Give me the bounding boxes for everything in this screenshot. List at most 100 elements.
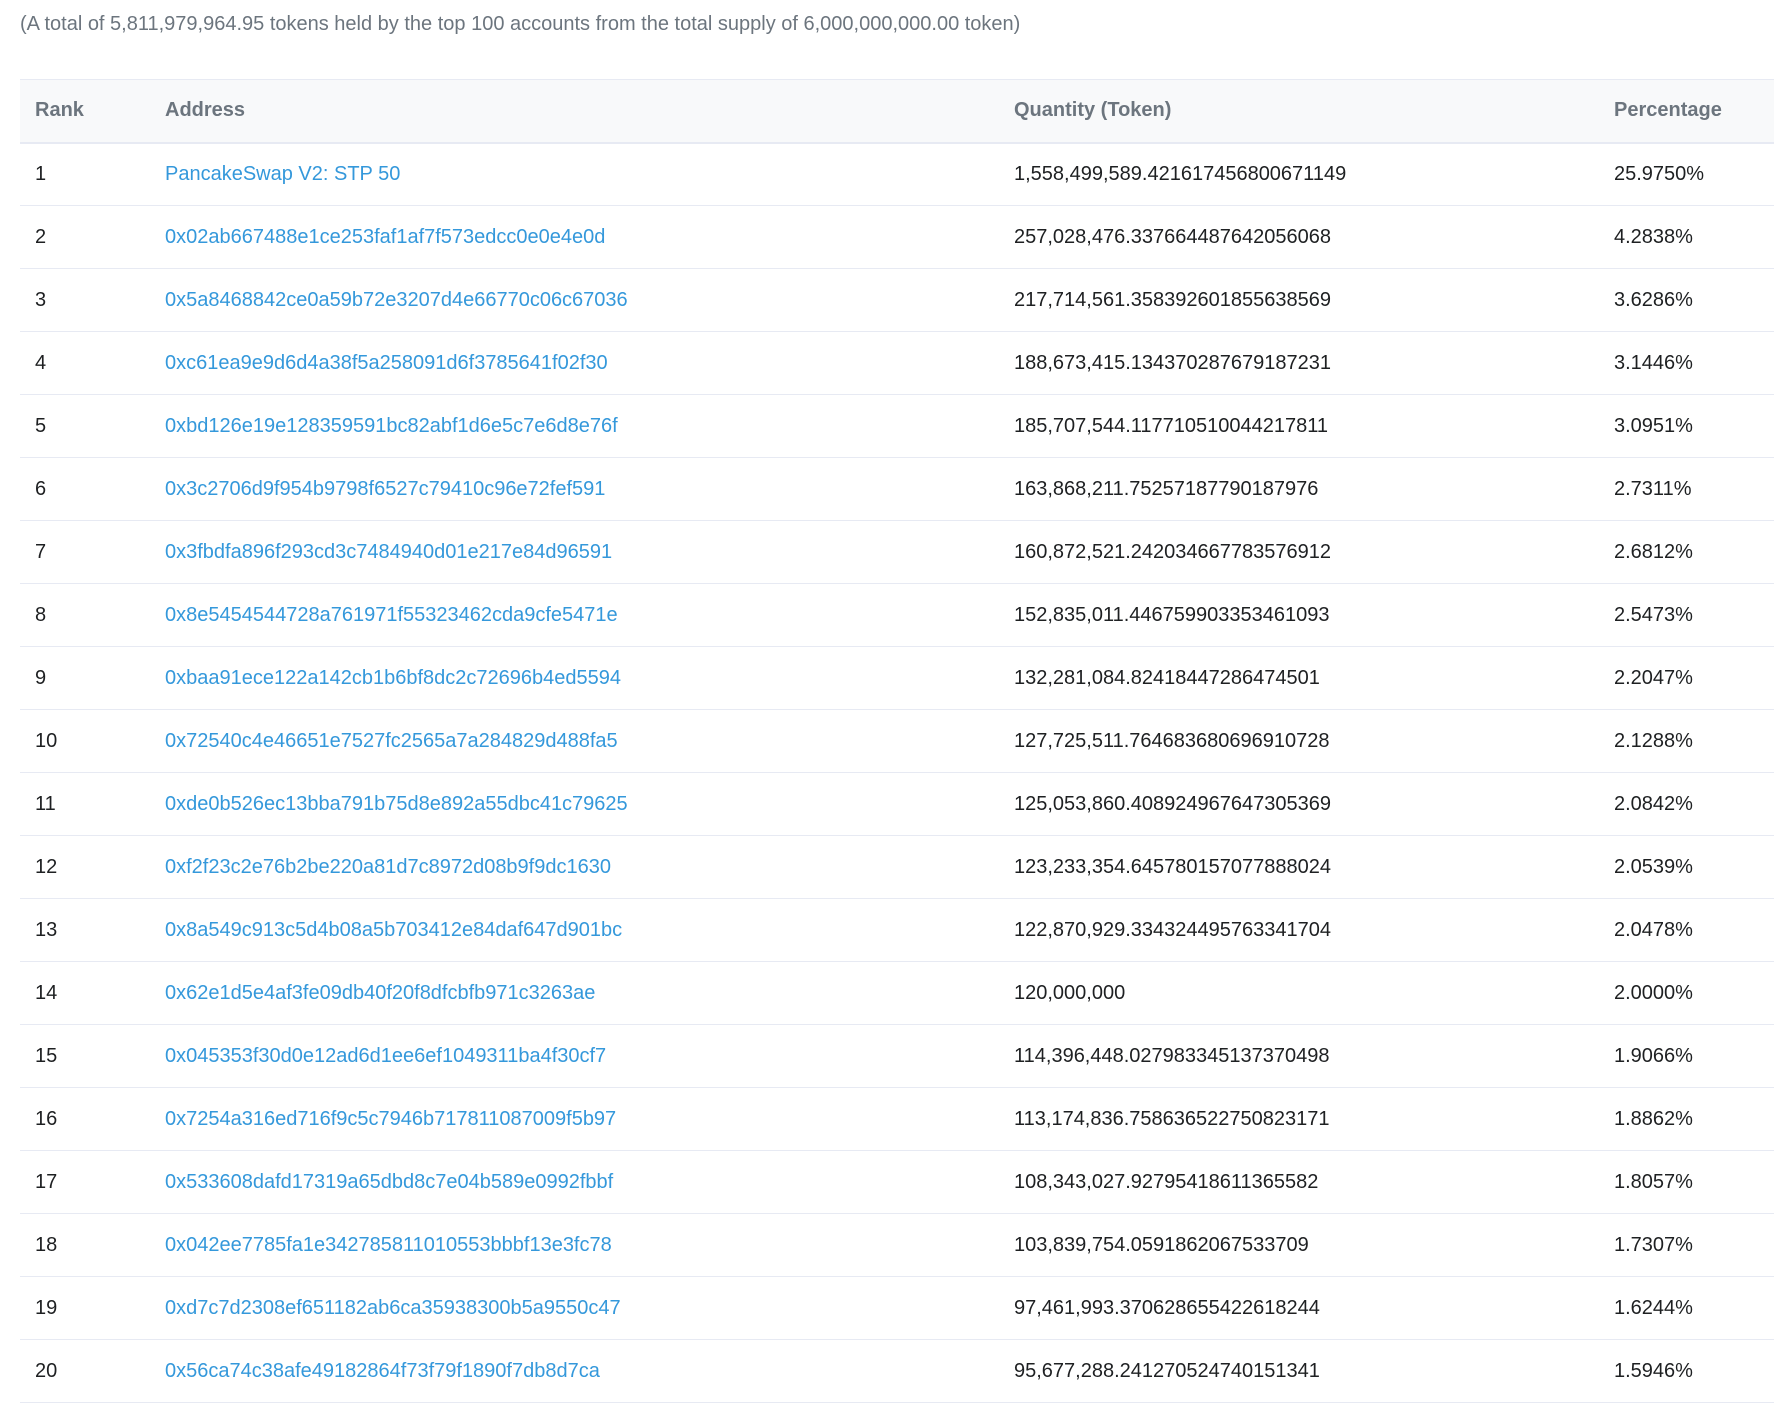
percentage-cell: 2.5473% <box>1614 583 1774 647</box>
address-cell: PancakeSwap V2: STP 50 <box>165 142 1014 206</box>
address-link[interactable]: 0x533608dafd17319a65dbd8c7e04b589e0992fb… <box>165 1171 613 1193</box>
address-link[interactable]: 0x042ee7785fa1e342785811010553bbbf13e3fc… <box>165 1234 612 1256</box>
table-row: 12 0xf2f23c2e76b2be220a81d7c8972d08b9f9dc… <box>20 835 1774 899</box>
percentage-cell: 1.6244% <box>1614 1276 1774 1340</box>
quantity-cell: 103,839,754.0591862067533709 <box>1014 1213 1614 1277</box>
address-cell: 0x042ee7785fa1e342785811010553bbbf13e3fc… <box>165 1213 1014 1277</box>
address-link[interactable]: 0x02ab667488e1ce253faf1af7f573edcc0e0e4e… <box>165 226 605 248</box>
quantity-cell: 1,558,499,589.421617456800671149 <box>1014 142 1614 206</box>
table-row: 14 0x62e1d5e4af3fe09db40f20f8dfcbfb971c32… <box>20 961 1774 1025</box>
percentage-cell: 2.1288% <box>1614 709 1774 773</box>
address-link[interactable]: 0x8e5454544728a761971f55323462cda9cfe547… <box>165 604 618 626</box>
address-link[interactable]: PancakeSwap V2: STP 50 <box>165 163 400 185</box>
quantity-cell: 97,461,993.370628655422618244 <box>1014 1276 1614 1340</box>
address-link[interactable]: 0x72540c4e46651e7527fc2565a7a284829d488f… <box>165 730 618 752</box>
rank-cell: 18 <box>20 1213 165 1277</box>
table-row: 4 0xc61ea9e9d6d4a38f5a258091d6f3785641f02… <box>20 331 1774 395</box>
address-link[interactable]: 0x3fbdfa896f293cd3c7484940d01e217e84d965… <box>165 541 612 563</box>
quantity-cell: 113,174,836.758636522750823171 <box>1014 1087 1614 1151</box>
rank-cell: 13 <box>20 898 165 962</box>
rank-cell: 16 <box>20 1087 165 1151</box>
quantity-cell: 122,870,929.334324495763341704 <box>1014 898 1614 962</box>
address-link[interactable]: 0xf2f23c2e76b2be220a81d7c8972d08b9f9dc16… <box>165 856 611 878</box>
quantity-cell: 123,233,354.645780157077888024 <box>1014 835 1614 899</box>
address-cell: 0x3c2706d9f954b9798f6527c79410c96e72fef5… <box>165 457 1014 521</box>
address-link[interactable]: 0x045353f30d0e12ad6d1ee6ef1049311ba4f30c… <box>165 1045 606 1067</box>
table-row: 2 0x02ab667488e1ce253faf1af7f573edcc0e0e4… <box>20 205 1774 269</box>
percentage-cell: 2.7311% <box>1614 457 1774 521</box>
percentage-cell: 3.0951% <box>1614 394 1774 458</box>
percentage-cell: 1.7307% <box>1614 1213 1774 1277</box>
address-cell: 0x62e1d5e4af3fe09db40f20f8dfcbfb971c3263… <box>165 961 1014 1025</box>
rank-cell: 17 <box>20 1150 165 1214</box>
address-link[interactable]: 0x8a549c913c5d4b08a5b703412e84daf647d901… <box>165 919 622 941</box>
address-cell: 0x8e5454544728a761971f55323462cda9cfe547… <box>165 583 1014 647</box>
rank-cell: 10 <box>20 709 165 773</box>
address-link[interactable]: 0x3c2706d9f954b9798f6527c79410c96e72fef5… <box>165 478 605 500</box>
table-row: 10 0x72540c4e46651e7527fc2565a7a284829d48… <box>20 709 1774 773</box>
table-row: 17 0x533608dafd17319a65dbd8c7e04b589e0992… <box>20 1150 1774 1214</box>
column-header-rank: Rank <box>20 79 165 144</box>
address-link[interactable]: 0xd7c7d2308ef651182ab6ca35938300b5a9550c… <box>165 1297 621 1319</box>
quantity-cell: 114,396,448.027983345137370498 <box>1014 1024 1614 1088</box>
quantity-cell: 188,673,415.134370287679187231 <box>1014 331 1614 395</box>
percentage-cell: 2.6812% <box>1614 520 1774 584</box>
percentage-cell: 2.0000% <box>1614 961 1774 1025</box>
address-link[interactable]: 0xbd126e19e128359591bc82abf1d6e5c7e6d8e7… <box>165 415 618 437</box>
table-header-row: Rank Address Quantity (Token) Percentage <box>20 79 1774 144</box>
rank-cell: 15 <box>20 1024 165 1088</box>
percentage-cell: 2.2047% <box>1614 646 1774 710</box>
table-row: 18 0x042ee7785fa1e342785811010553bbbf13e3… <box>20 1213 1774 1277</box>
quantity-cell: 132,281,084.82418447286474501 <box>1014 646 1614 710</box>
table-row: 5 0xbd126e19e128359591bc82abf1d6e5c7e6d8e… <box>20 394 1774 458</box>
table-row: 20 0x56ca74c38afe49182864f73f79f1890f7db8… <box>20 1339 1774 1403</box>
address-link[interactable]: 0xde0b526ec13bba791b75d8e892a55dbc41c796… <box>165 793 628 815</box>
rank-cell: 20 <box>20 1339 165 1403</box>
rank-cell: 14 <box>20 961 165 1025</box>
table-row: 11 0xde0b526ec13bba791b75d8e892a55dbc41c7… <box>20 772 1774 836</box>
column-header-address: Address <box>165 79 1014 144</box>
address-cell: 0x045353f30d0e12ad6d1ee6ef1049311ba4f30c… <box>165 1024 1014 1088</box>
address-cell: 0x3fbdfa896f293cd3c7484940d01e217e84d965… <box>165 520 1014 584</box>
address-cell: 0x72540c4e46651e7527fc2565a7a284829d488f… <box>165 709 1014 773</box>
percentage-cell: 3.6286% <box>1614 268 1774 332</box>
table-row: 7 0x3fbdfa896f293cd3c7484940d01e217e84d96… <box>20 520 1774 584</box>
table-header: Rank Address Quantity (Token) Percentage <box>20 79 1774 144</box>
table-row: 1 PancakeSwap V2: STP 50 1,558,499,589.421… <box>20 142 1774 206</box>
quantity-cell: 217,714,561.358392601855638569 <box>1014 268 1614 332</box>
percentage-cell: 1.9066% <box>1614 1024 1774 1088</box>
address-cell: 0x02ab667488e1ce253faf1af7f573edcc0e0e4e… <box>165 205 1014 269</box>
table-row: 19 0xd7c7d2308ef651182ab6ca35938300b5a955… <box>20 1276 1774 1340</box>
quantity-cell: 185,707,544.117710510044217811 <box>1014 394 1614 458</box>
address-link[interactable]: 0x5a8468842ce0a59b72e3207d4e66770c06c670… <box>165 289 628 311</box>
rank-cell: 5 <box>20 394 165 458</box>
address-link[interactable]: 0x56ca74c38afe49182864f73f79f1890f7db8d7… <box>165 1360 600 1382</box>
quantity-cell: 95,677,288.241270524740151341 <box>1014 1339 1614 1403</box>
address-link[interactable]: 0x7254a316ed716f9c5c7946b717811087009f5b… <box>165 1108 616 1130</box>
address-link[interactable]: 0x62e1d5e4af3fe09db40f20f8dfcbfb971c3263… <box>165 982 595 1004</box>
percentage-cell: 25.9750% <box>1614 142 1774 206</box>
table-row: 9 0xbaa91ece122a142cb1b6bf8dc2c72696b4ed5… <box>20 646 1774 710</box>
quantity-cell: 152,835,011.446759903353461093 <box>1014 583 1614 647</box>
address-cell: 0xd7c7d2308ef651182ab6ca35938300b5a9550c… <box>165 1276 1014 1340</box>
address-cell: 0xf2f23c2e76b2be220a81d7c8972d08b9f9dc16… <box>165 835 1014 899</box>
holders-summary-text: (A total of 5,811,979,964.95 tokens held… <box>20 13 1021 35</box>
quantity-cell: 160,872,521.242034667783576912 <box>1014 520 1614 584</box>
address-cell: 0x8a549c913c5d4b08a5b703412e84daf647d901… <box>165 898 1014 962</box>
percentage-cell: 1.5946% <box>1614 1339 1774 1403</box>
quantity-cell: 163,868,211.75257187790187976 <box>1014 457 1614 521</box>
rank-cell: 12 <box>20 835 165 899</box>
table-row: 3 0x5a8468842ce0a59b72e3207d4e66770c06c67… <box>20 268 1774 332</box>
quantity-cell: 125,053,860.408924967647305369 <box>1014 772 1614 836</box>
quantity-cell: 257,028,476.337664487642056068 <box>1014 205 1614 269</box>
table-row: 15 0x045353f30d0e12ad6d1ee6ef1049311ba4f3… <box>20 1024 1774 1088</box>
rank-cell: 1 <box>20 142 165 206</box>
token-holders-table: Rank Address Quantity (Token) Percentage… <box>20 79 1774 1403</box>
address-link[interactable]: 0xbaa91ece122a142cb1b6bf8dc2c72696b4ed55… <box>165 667 621 689</box>
quantity-cell: 120,000,000 <box>1014 961 1614 1025</box>
address-cell: 0xbaa91ece122a142cb1b6bf8dc2c72696b4ed55… <box>165 646 1014 710</box>
address-link[interactable]: 0xc61ea9e9d6d4a38f5a258091d6f3785641f02f… <box>165 352 608 374</box>
address-cell: 0x7254a316ed716f9c5c7946b717811087009f5b… <box>165 1087 1014 1151</box>
table-body: 1 PancakeSwap V2: STP 50 1,558,499,589.421… <box>20 142 1774 1403</box>
percentage-cell: 1.8057% <box>1614 1150 1774 1214</box>
